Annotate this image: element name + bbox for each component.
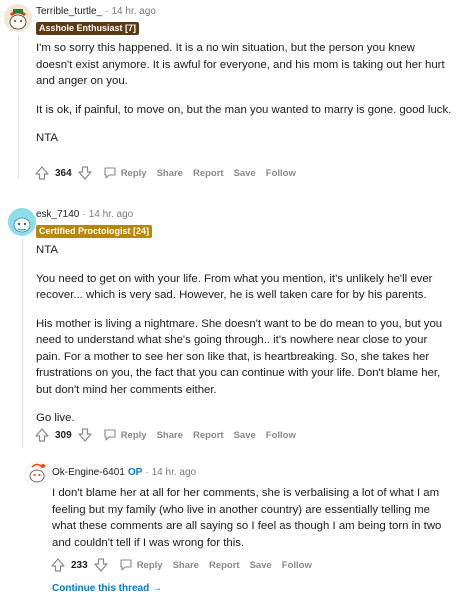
- separator-dot: ·: [145, 467, 149, 478]
- snoo-avatar-icon: [4, 4, 32, 32]
- comment-body: NTA You need to get on with your life. F…: [36, 242, 454, 439]
- comment-actions: 364 Reply Share Report Save Follow: [34, 165, 296, 181]
- report-button[interactable]: Report: [193, 168, 224, 179]
- follow-button[interactable]: Follow: [282, 560, 312, 571]
- downvote-icon[interactable]: [93, 557, 109, 573]
- avatar[interactable]: [8, 208, 36, 236]
- comment-paragraph: His mother is living a nightmare. She do…: [36, 317, 443, 396]
- reply-icon: [120, 559, 132, 571]
- comment-paragraph: NTA: [36, 244, 58, 256]
- reply-icon: [104, 167, 116, 179]
- comment-reply: Ok-Engine-6401 OP · 14 hr. ago I don't blam…: [0, 455, 463, 594]
- comment-meta: Terrible_turtle_ · 14 hr. ago: [36, 6, 156, 17]
- upvote-icon[interactable]: [34, 165, 50, 181]
- save-button[interactable]: Save: [250, 560, 272, 571]
- downvote-icon[interactable]: [77, 165, 93, 181]
- comment-paragraph: I'm so sorry this happened. It is a no w…: [36, 42, 445, 87]
- comment-body: I don't blame her at all for her comment…: [52, 485, 450, 563]
- vote-score: 233: [71, 559, 88, 571]
- upvote-icon[interactable]: [34, 427, 50, 443]
- username[interactable]: esk_7140: [36, 209, 79, 220]
- comment-meta: esk_7140 · 14 hr. ago: [36, 209, 133, 220]
- share-button[interactable]: Share: [157, 430, 183, 441]
- upvote-icon[interactable]: [50, 557, 66, 573]
- timestamp[interactable]: 14 hr. ago: [112, 6, 156, 17]
- comment: esk_7140 · 14 hr. ago Certified Proctologi…: [0, 200, 463, 450]
- downvote-icon[interactable]: [77, 427, 93, 443]
- username[interactable]: Ok-Engine-6401: [52, 467, 125, 478]
- continue-thread-link[interactable]: Continue this thread →: [52, 583, 162, 594]
- comment-paragraph: I don't blame her at all for her comment…: [52, 487, 442, 549]
- op-badge: OP: [127, 467, 143, 478]
- vote-score: 309: [55, 429, 72, 441]
- avatar[interactable]: [4, 4, 32, 32]
- snoo-avatar-icon: [8, 208, 36, 236]
- reply-button[interactable]: Reply: [103, 428, 147, 442]
- comment-body: I'm so sorry this happened. It is a no w…: [36, 40, 454, 159]
- comment-paragraph: NTA: [36, 132, 58, 144]
- user-flair: Certified Proctologist [24]: [36, 225, 153, 238]
- comment-paragraph: Go live.: [36, 412, 75, 424]
- vote-score: 364: [55, 167, 72, 179]
- reply-button[interactable]: Reply: [103, 166, 147, 180]
- reply-label: Reply: [120, 429, 147, 441]
- share-button[interactable]: Share: [157, 168, 183, 179]
- share-button[interactable]: Share: [173, 560, 199, 571]
- comment-meta: Ok-Engine-6401 OP · 14 hr. ago: [52, 467, 196, 478]
- reply-button[interactable]: Reply: [119, 558, 163, 572]
- comment: Terrible_turtle_ · 14 hr. ago Asshole Enth…: [0, 0, 463, 195]
- report-button[interactable]: Report: [193, 430, 224, 441]
- snoo-avatar-icon: [24, 461, 50, 487]
- comment-actions: 233 Reply Share Report Save Follow: [50, 557, 312, 573]
- comment-paragraph: You need to get on with your life. From …: [36, 272, 433, 302]
- avatar[interactable]: [24, 461, 50, 487]
- reply-icon: [104, 429, 116, 441]
- follow-button[interactable]: Follow: [266, 430, 296, 441]
- separator-dot: ·: [105, 6, 109, 17]
- report-button[interactable]: Report: [209, 560, 240, 571]
- follow-button[interactable]: Follow: [266, 168, 296, 179]
- timestamp[interactable]: 14 hr. ago: [152, 467, 196, 478]
- comment-paragraph: It is ok, if painful, to move on, but th…: [36, 103, 452, 116]
- separator-dot: ·: [82, 209, 86, 220]
- reply-label: Reply: [120, 167, 147, 179]
- save-button[interactable]: Save: [234, 168, 256, 179]
- save-button[interactable]: Save: [234, 430, 256, 441]
- user-flair: Asshole Enthusiast [7]: [36, 22, 140, 35]
- comment-actions: 309 Reply Share Report Save Follow: [34, 427, 296, 443]
- reply-label: Reply: [136, 559, 163, 571]
- timestamp[interactable]: 14 hr. ago: [89, 209, 133, 220]
- username[interactable]: Terrible_turtle_: [36, 6, 102, 17]
